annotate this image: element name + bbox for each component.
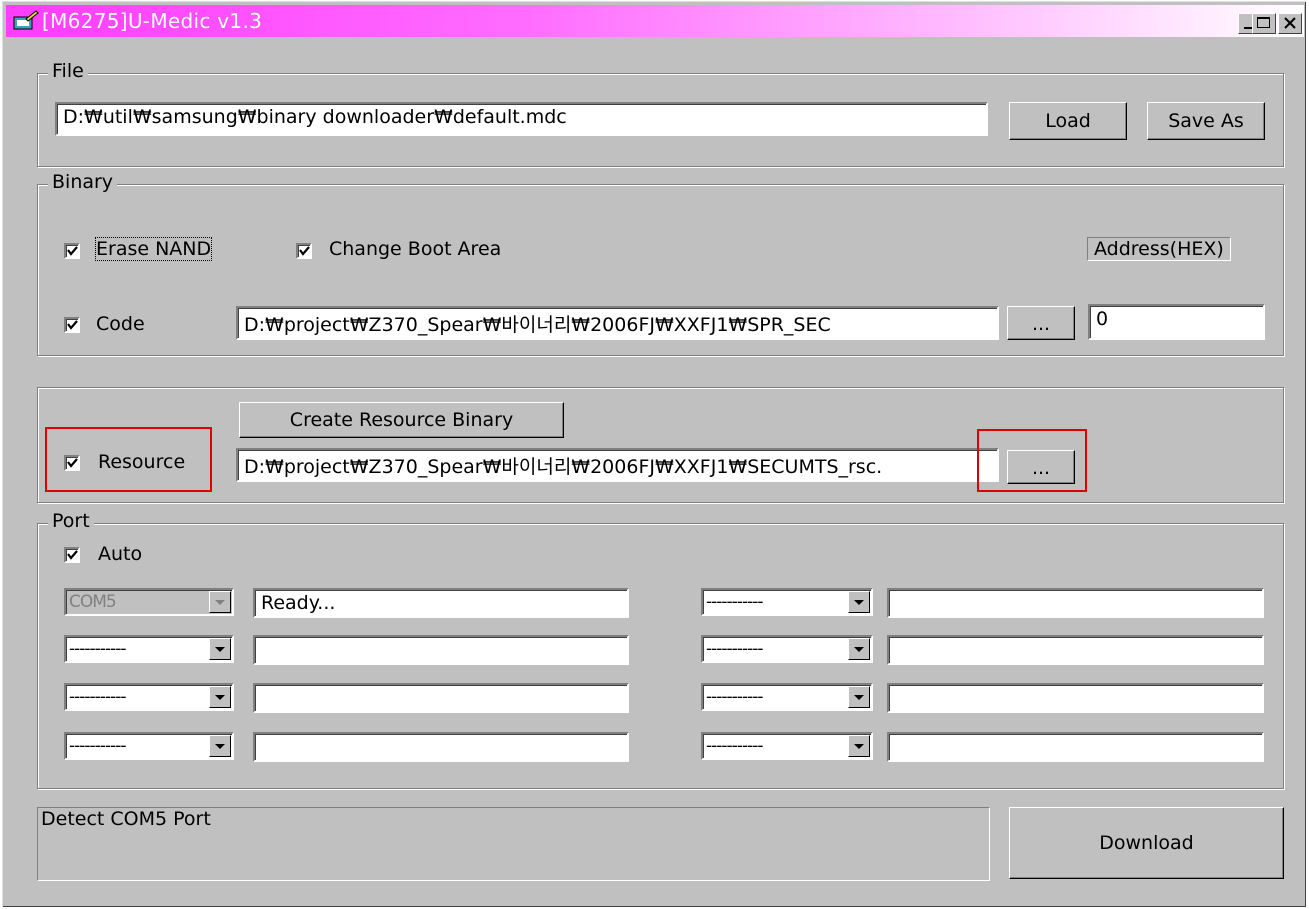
dropdown-arrow-icon[interactable]: [848, 638, 870, 660]
dropdown-arrow-icon[interactable]: [848, 735, 870, 757]
auto-label[interactable]: Auto: [98, 543, 142, 565]
port-combo-4[interactable]: -----------: [64, 732, 234, 760]
create-resource-binary-button[interactable]: Create Resource Binary: [239, 402, 564, 438]
load-button[interactable]: Load: [1009, 102, 1127, 140]
app-window: [M6275]U-Medic v1.3 File D:₩util₩samsung…: [2, 1, 1306, 907]
save-as-button[interactable]: Save As: [1147, 102, 1265, 140]
port-combo-1[interactable]: COM5: [64, 588, 234, 616]
app-icon: [13, 10, 39, 30]
maximize-button[interactable]: [1252, 13, 1276, 34]
port-combo-value: -----------: [69, 687, 126, 707]
port-combo-value: -----------: [706, 687, 763, 707]
file-legend: File: [48, 60, 88, 82]
highlight-box-resource: [45, 427, 212, 492]
port-status-1: Ready...: [253, 588, 629, 618]
resource-group: [37, 387, 1284, 503]
maximize-icon: [1257, 17, 1270, 28]
port-combo-value: -----------: [706, 639, 763, 659]
checkmark-icon: [67, 550, 78, 560]
port-combo-7[interactable]: -----------: [701, 683, 873, 711]
code-browse-button[interactable]: ...: [1007, 306, 1075, 340]
window-title: [M6275]U-Medic v1.3: [42, 9, 263, 33]
dropdown-arrow-icon[interactable]: [209, 591, 231, 613]
code-path-field[interactable]: D:₩project₩Z370_Spear₩바이너리₩2006FJ₩XXFJ1₩…: [236, 306, 999, 340]
port-status-3: [253, 683, 629, 713]
checkmark-icon: [299, 246, 310, 256]
close-button[interactable]: [1278, 13, 1302, 34]
port-combo-8[interactable]: -----------: [701, 732, 873, 760]
close-icon: [1284, 17, 1296, 29]
port-status-4: [253, 732, 629, 762]
port-combo-value: -----------: [706, 592, 763, 612]
checkmark-icon: [67, 320, 78, 330]
port-status-7: [887, 683, 1264, 713]
port-combo-value: -----------: [706, 736, 763, 756]
dropdown-arrow-icon[interactable]: [209, 686, 231, 708]
port-status-8: [887, 732, 1264, 762]
port-combo-value: -----------: [69, 736, 126, 756]
dropdown-arrow-icon[interactable]: [848, 686, 870, 708]
auto-checkbox[interactable]: [64, 547, 80, 563]
change-boot-checkbox[interactable]: [296, 243, 312, 259]
port-combo-value: COM5: [69, 592, 117, 612]
checkmark-icon: [67, 246, 78, 256]
port-combo-2[interactable]: -----------: [64, 635, 234, 663]
port-status-5: [887, 588, 1264, 618]
erase-nand-label[interactable]: Erase NAND: [94, 237, 213, 261]
port-combo-value: -----------: [69, 639, 126, 659]
dropdown-arrow-icon[interactable]: [209, 735, 231, 757]
change-boot-label[interactable]: Change Boot Area: [329, 238, 501, 260]
code-checkbox[interactable]: [64, 317, 80, 333]
erase-nand-checkbox[interactable]: [64, 243, 80, 259]
port-combo-5[interactable]: -----------: [701, 588, 873, 616]
port-combo-3[interactable]: -----------: [64, 683, 234, 711]
highlight-box-browse: [977, 429, 1087, 492]
code-address-field[interactable]: 0: [1088, 304, 1265, 340]
title-bar[interactable]: [M6275]U-Medic v1.3: [6, 5, 1304, 37]
status-panel: Detect COM5 Port: [37, 807, 990, 881]
dropdown-arrow-icon[interactable]: [848, 591, 870, 613]
download-button[interactable]: Download: [1009, 807, 1284, 879]
code-label[interactable]: Code: [96, 313, 145, 335]
file-path-field[interactable]: D:₩util₩samsung₩binary downloader₩defaul…: [55, 102, 988, 136]
port-status-2: [253, 635, 629, 665]
dropdown-arrow-icon[interactable]: [209, 638, 231, 660]
address-hex-label: Address(HEX): [1087, 237, 1231, 261]
port-status-6: [887, 635, 1264, 665]
port-combo-6[interactable]: -----------: [701, 635, 873, 663]
port-legend: Port: [48, 510, 94, 532]
resource-path-field[interactable]: D:₩project₩Z370_Spear₩바이너리₩2006FJ₩XXFJ1₩…: [236, 448, 999, 482]
binary-legend: Binary: [48, 171, 118, 193]
